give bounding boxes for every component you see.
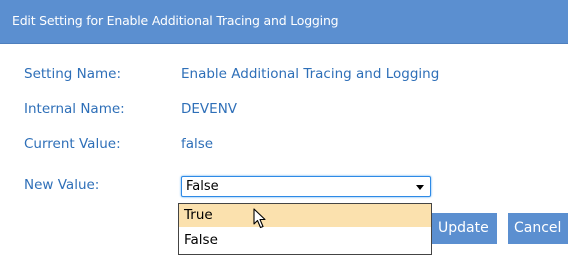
update-button[interactable]: Update bbox=[432, 213, 497, 244]
current-value-value: false bbox=[181, 136, 214, 152]
dialog-title: Edit Setting for Enable Additional Traci… bbox=[12, 13, 339, 28]
new-value-select[interactable]: False bbox=[181, 176, 431, 197]
internal-name-value: DEVENV bbox=[181, 101, 238, 117]
cancel-button[interactable]: Cancel bbox=[508, 213, 568, 244]
option-false[interactable]: False bbox=[179, 229, 431, 252]
option-true[interactable]: True bbox=[179, 204, 431, 227]
edit-setting-dialog: Edit Setting for Enable Additional Traci… bbox=[0, 0, 568, 268]
dialog-titlebar: Edit Setting for Enable Additional Traci… bbox=[0, 0, 568, 44]
chevron-down-icon[interactable] bbox=[416, 185, 424, 190]
new-value-dropdown-list: True False bbox=[178, 203, 432, 255]
setting-name-value: Enable Additional Tracing and Logging bbox=[181, 66, 440, 82]
mouse-pointer-icon bbox=[253, 208, 266, 229]
current-value-label: Current Value: bbox=[24, 136, 121, 152]
new-value-label: New Value: bbox=[24, 177, 100, 193]
new-value-selected: False bbox=[186, 179, 219, 194]
setting-name-label: Setting Name: bbox=[24, 66, 122, 82]
internal-name-label: Internal Name: bbox=[24, 101, 125, 117]
